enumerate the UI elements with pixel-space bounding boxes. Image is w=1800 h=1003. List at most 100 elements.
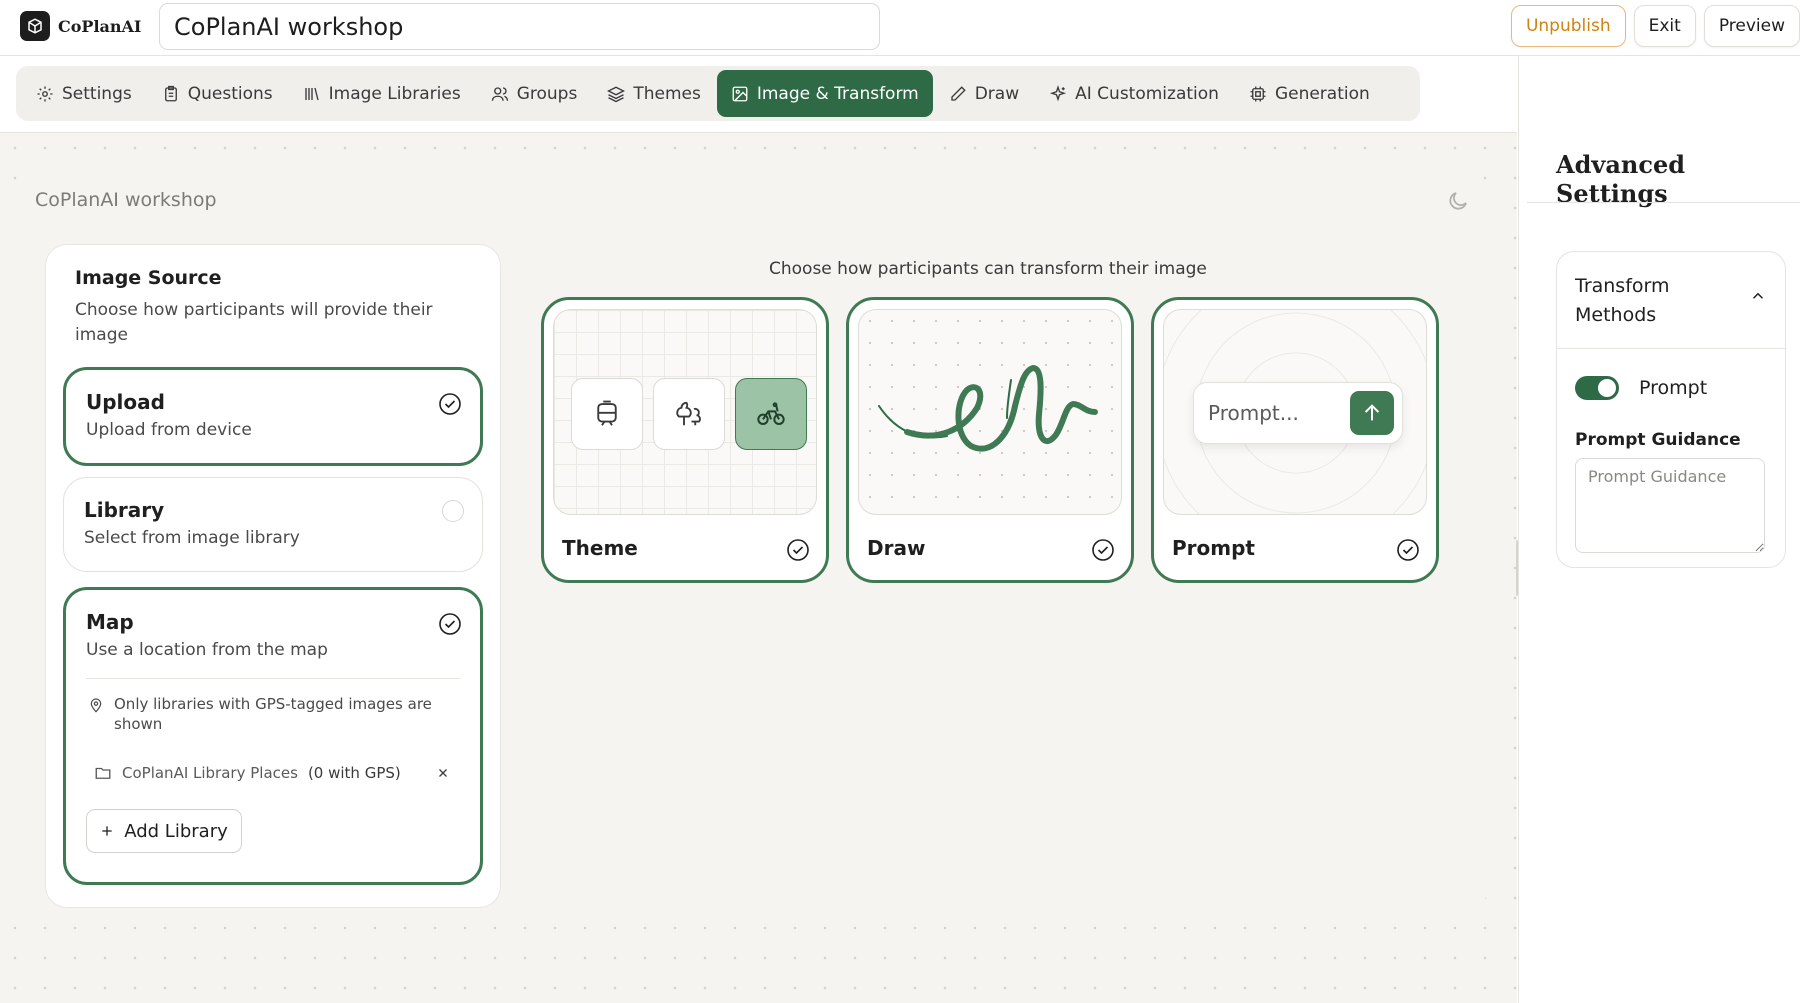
prompt-pill: Prompt...: [1193, 382, 1403, 444]
option-subtitle: Select from image library: [84, 528, 300, 548]
sparkles-icon: [1049, 84, 1067, 101]
transform-methods-section: Transform Methods Prompt Prompt Guidance: [1556, 251, 1786, 568]
users-icon: [491, 86, 508, 101]
advanced-settings-title: Advanced Settings: [1556, 150, 1686, 208]
advanced-settings-panel: Advanced Settings Transform Methods Prom…: [1518, 56, 1800, 1003]
cpu-icon: [1250, 86, 1266, 101]
tab-label: Generation: [1274, 83, 1370, 104]
tab-label: Settings: [62, 83, 132, 104]
exit-button[interactable]: Exit: [1633, 5, 1696, 47]
option-title: Library: [84, 498, 165, 522]
tab-label: Image Libraries: [328, 83, 461, 104]
divider: [86, 678, 460, 679]
source-option-map[interactable]: Map Use a location from the map Only lib…: [63, 587, 483, 885]
transform-heading: Choose how participants can transform th…: [769, 259, 1207, 279]
prompt-placeholder: Prompt...: [1208, 401, 1299, 425]
board: CoPlanAI workshop Image Source Choose ho…: [10, 173, 1488, 913]
canvas: CoPlanAI workshop Image Source Choose ho…: [0, 132, 1517, 1003]
prompt-guidance-input[interactable]: [1575, 458, 1765, 553]
arrow-up-icon: [1350, 391, 1394, 435]
logo-icon: [20, 11, 50, 41]
option-title: Upload: [86, 390, 165, 414]
check-circle-icon: [439, 613, 461, 635]
tab-generation[interactable]: Generation: [1235, 70, 1384, 117]
tab-settings[interactable]: Settings: [22, 70, 146, 117]
preview-button[interactable]: Preview: [1703, 5, 1800, 47]
image-icon: [732, 86, 748, 101]
moon-icon[interactable]: [1446, 189, 1470, 213]
radio-circle-icon: [442, 500, 464, 522]
pencil-icon: [951, 85, 966, 101]
unpublish-button[interactable]: Unpublish: [1510, 5, 1626, 47]
transform-card-prompt[interactable]: Prompt... Prompt: [1151, 297, 1439, 583]
tab-themes[interactable]: Themes: [593, 70, 715, 117]
top-bar: CoPlanAI Unpublish Exit Preview: [0, 0, 1800, 56]
toggle-label: Prompt: [1639, 377, 1708, 399]
tab-ai-customization[interactable]: AI Customization: [1035, 70, 1233, 117]
add-library-label: Add Library: [124, 820, 228, 842]
layers-icon: [607, 85, 626, 102]
prompt-preview: Prompt...: [1163, 309, 1427, 515]
card-label: Draw: [867, 536, 926, 560]
option-subtitle: Upload from device: [86, 420, 252, 440]
library-name: CoPlanAI Library Places: [122, 764, 298, 782]
top-actions: Unpublish Exit Preview: [1510, 5, 1800, 47]
theme-preview: [553, 309, 817, 515]
tab-groups[interactable]: Groups: [477, 70, 592, 117]
card-label: Prompt: [1172, 536, 1255, 560]
image-source-subtitle: Choose how participants will provide the…: [75, 300, 433, 345]
card-label: Theme: [562, 536, 638, 560]
transform-card-draw[interactable]: Draw: [846, 297, 1134, 583]
tab-draw[interactable]: Draw: [935, 70, 1033, 117]
divider: [1557, 348, 1785, 349]
map-pin-icon: [90, 698, 102, 713]
source-option-upload[interactable]: Upload Upload from device: [63, 367, 483, 466]
option-subtitle: Use a location from the map: [86, 640, 328, 660]
workshop-title-input[interactable]: [159, 3, 880, 50]
section-title: Transform Methods: [1575, 275, 1670, 326]
image-source-card: Image Source Choose how participants wil…: [45, 244, 501, 908]
tram-icon: [571, 378, 643, 450]
tab-label: Themes: [633, 83, 701, 104]
tab-label: Draw: [974, 83, 1020, 104]
image-source-title: Image Source: [75, 267, 222, 289]
plus-icon: [102, 826, 112, 836]
guidance-label: Prompt Guidance: [1575, 430, 1741, 450]
brand[interactable]: CoPlanAI: [20, 11, 141, 41]
transform-card-theme[interactable]: Theme: [541, 297, 829, 583]
tab-label: Image & Transform: [756, 83, 919, 104]
tab-image-transform[interactable]: Image & Transform: [716, 70, 933, 117]
bike-icon: [735, 378, 807, 450]
trees-icon: [653, 378, 725, 450]
check-circle-icon: [1092, 539, 1114, 561]
prompt-toggle[interactable]: [1575, 376, 1619, 400]
draw-preview: [858, 309, 1122, 515]
check-circle-icon: [439, 393, 461, 415]
selected-library-row: CoPlanAI Library Places (0 with GPS): [94, 764, 450, 782]
source-option-library[interactable]: Library Select from image library: [63, 477, 483, 572]
check-circle-icon: [787, 539, 809, 561]
brand-name: CoPlanAI: [58, 16, 142, 36]
theme-icon-row: [571, 378, 807, 450]
squiggle-icon: [878, 365, 1098, 452]
add-library-button[interactable]: Add Library: [86, 809, 242, 853]
gps-note: Only libraries with GPS-tagged images ar…: [88, 694, 448, 734]
option-title: Map: [86, 610, 134, 634]
clipboard-icon: [164, 85, 177, 101]
tab-bar: Settings Questions Image Libraries Group…: [16, 66, 1420, 121]
gear-icon: [37, 86, 53, 101]
tab-label: AI Customization: [1075, 83, 1219, 104]
tab-questions[interactable]: Questions: [148, 70, 287, 117]
divider: [1527, 202, 1800, 203]
tab-image-libraries[interactable]: Image Libraries: [289, 70, 475, 117]
gps-note-text: Only libraries with GPS-tagged images ar…: [114, 695, 432, 733]
tab-label: Groups: [516, 83, 578, 104]
library-gps-count: (0 with GPS): [307, 764, 401, 782]
check-circle-icon: [1397, 539, 1419, 561]
close-icon[interactable]: [436, 766, 450, 780]
folder-icon: [95, 767, 111, 779]
tab-label: Questions: [187, 83, 273, 104]
board-title: CoPlanAI workshop: [35, 189, 217, 211]
library-icon: [304, 87, 319, 100]
chevron-up-icon[interactable]: [1749, 287, 1767, 305]
